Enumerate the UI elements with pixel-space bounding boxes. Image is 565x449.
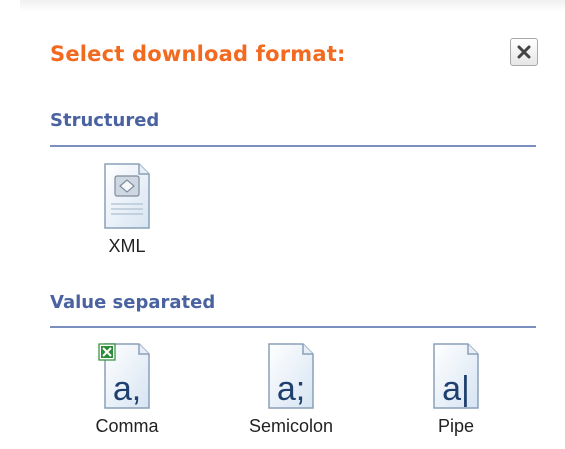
pipe-glyph: a| <box>442 370 470 408</box>
excel-badge-icon <box>98 343 116 361</box>
format-option-xml[interactable]: XML <box>67 162 187 257</box>
semicolon-glyph: a; <box>277 370 305 408</box>
format-label-pipe: Pipe <box>437 416 475 436</box>
pipe-separated-file-icon: a| <box>433 343 479 409</box>
format-option-pipe[interactable]: a| Pipe <box>396 342 516 437</box>
semicolon-separated-file-icon: a; <box>268 343 314 409</box>
format-label-xml: XML <box>108 236 146 256</box>
close-icon <box>517 45 531 59</box>
download-format-dialog: Select download format: Structured XML V… <box>0 0 565 449</box>
close-button[interactable] <box>510 38 538 66</box>
comma-separated-file-icon: a, <box>98 343 150 409</box>
section-divider-structured <box>50 145 536 147</box>
dialog-title: Select download format: <box>50 42 346 66</box>
format-label-comma: Comma <box>95 416 159 436</box>
comma-glyph: a, <box>113 370 141 408</box>
section-divider-value-separated <box>50 326 536 328</box>
dialog-top-shadow <box>20 0 565 12</box>
section-title-value-separated: Value separated <box>50 292 216 313</box>
format-option-semicolon[interactable]: a; Semicolon <box>231 342 351 437</box>
format-label-semicolon: Semicolon <box>248 416 334 436</box>
section-title-structured: Structured <box>50 110 160 131</box>
xml-file-icon <box>104 163 150 229</box>
format-option-comma[interactable]: a, Comma <box>67 342 187 437</box>
